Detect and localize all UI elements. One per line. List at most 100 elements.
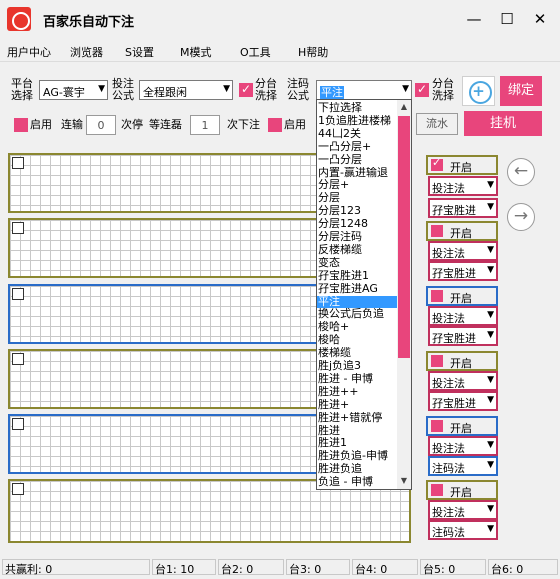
open-checkbox-6[interactable] [431,484,443,496]
note-method-select-2[interactable]: 孖宝胜进 ▼ [428,261,498,281]
table-5-profit: 台5: 0 [420,559,486,576]
dropdown-item[interactable]: 分层注码 [317,231,397,243]
scroll-down-icon[interactable]: ▼ [397,476,411,485]
dropdown-item[interactable]: 分层+ [317,179,397,191]
dropdown-item[interactable]: 梭哈 [317,334,397,346]
grid-checkbox-2[interactable] [12,222,24,234]
bet-method-select-3[interactable]: 投注法 ▼ [428,306,498,326]
bind-button[interactable]: 绑定 [500,76,542,106]
grid-checkbox-1[interactable] [12,157,24,169]
dropdown-scrollbar[interactable]: ▲ ▼ [397,100,411,489]
table-wash-checkbox-2[interactable] [415,82,429,97]
dropdown-item[interactable]: 孖宝胜进1 [317,270,397,282]
table-control-1: 开启 投注法 ▼ 孖宝胜进 ▼ [426,155,498,219]
bet-method-select-5[interactable]: 投注法 ▼ [428,436,498,456]
menu-browser[interactable]: 浏览器 [70,44,103,60]
enable-checkbox-2[interactable] [268,118,282,132]
grid-checkbox-5[interactable] [12,418,24,430]
dropdown-item[interactable]: 楼梯缆 [317,347,397,359]
dropdown-item[interactable]: 胜j负追3 [317,360,397,372]
menu-mode[interactable]: M模式 [180,44,212,60]
total-profit: 共赢利: 0 [2,559,150,576]
menu-settings[interactable]: S设置 [125,44,154,60]
close-button[interactable]: ✕ [528,8,552,30]
crosshair-icon[interactable] [462,76,495,106]
dropdown-item[interactable]: 分层123 [317,205,397,217]
bet-method-select-2[interactable]: 投注法 ▼ [428,241,498,261]
note-method-select-3[interactable]: 孖宝胜进 ▼ [428,326,498,346]
menu-bar: 用户中心 浏览器 S设置 M模式 O工具 H帮助 [0,40,560,62]
dropdown-item[interactable]: 负追 - 申博 [317,476,397,488]
dropdown-item[interactable]: 孖宝胜进AG [317,283,397,295]
menu-tools[interactable]: O工具 [240,44,271,60]
note-method-value-3: 孖宝胜进 [432,332,476,345]
open-toggle-5[interactable]: 开启 [426,416,498,436]
dropdown-item[interactable]: 下拉选择 [317,102,397,114]
open-checkbox-2[interactable] [431,225,443,237]
dropdown-item[interactable]: 胜进1 [317,437,397,449]
chevron-down-icon: ▼ [487,245,494,255]
chevron-down-icon: ▼ [487,504,494,514]
next-arrow-icon[interactable]: → [507,203,535,231]
maximize-button[interactable]: ☐ [495,8,519,30]
dropdown-item[interactable]: 44凵2关 [317,128,397,140]
dropdown-item[interactable]: 内置-赢进输退 [317,167,397,179]
dropdown-item[interactable]: 胜进负追-申博 [317,450,397,462]
scroll-up-icon[interactable]: ▲ [397,102,411,111]
grid-checkbox-3[interactable] [12,288,24,300]
note-formula-select[interactable]: 平注 ▼ [316,80,412,100]
dropdown-item[interactable]: 胜进 - 申博 [317,373,397,385]
dropdown-item[interactable]: 变态 [317,257,397,269]
wait-lose-input[interactable]: 1 [190,115,220,135]
dropdown-item[interactable]: 梭哈+ [317,321,397,333]
open-checkbox-3[interactable] [431,290,443,302]
dropdown-item[interactable]: 分层 [317,192,397,204]
platform-select[interactable]: AG-寰宇 ▼ [39,80,108,100]
note-method-select-4[interactable]: 孖宝胜进 ▼ [428,391,498,411]
dropdown-item[interactable]: 胜进+ [317,399,397,411]
dropdown-item[interactable]: 胜进+错就停 [317,412,397,424]
open-checkbox-1[interactable] [431,156,443,171]
grid-checkbox-6[interactable] [12,483,24,495]
bet-method-select-6[interactable]: 投注法 ▼ [428,500,498,520]
lose-streak-input[interactable]: 0 [86,115,116,135]
open-toggle-3[interactable]: 开启 [426,286,498,306]
note-formula-value: 平注 [320,86,344,99]
open-toggle-4[interactable]: 开启 [426,351,498,371]
dropdown-item[interactable]: 换公式后负追 [317,308,397,320]
open-toggle-6[interactable]: 开启 [426,480,498,500]
dropdown-item[interactable]: 1负追胜进楼梯 [317,115,397,127]
note-method-select-1[interactable]: 孖宝胜进 ▼ [428,198,498,218]
dropdown-item[interactable]: 胜进++ [317,386,397,398]
open-toggle-1[interactable]: 开启 [426,155,498,175]
betting-formula-label: 投注 公式 [112,77,134,102]
table-6-profit: 台6: 0 [488,559,558,576]
note-method-select-5[interactable]: 注码法 ▼ [428,456,498,476]
dropdown-item[interactable]: 一凸分层 [317,154,397,166]
bet-method-select-4[interactable]: 投注法 ▼ [428,371,498,391]
menu-user-center[interactable]: 用户中心 [7,44,51,60]
scrollbar-thumb[interactable] [398,116,410,358]
dropdown-item[interactable]: 胜进 [317,425,397,437]
dropdown-item[interactable]: 一凸分层+ [317,141,397,153]
table-control-6: 开启 投注法 ▼ 注码法 ▼ [426,480,498,544]
dropdown-item[interactable]: 胜进负追 [317,463,397,475]
prev-arrow-icon[interactable]: ← [507,158,535,186]
dropdown-item[interactable]: 分层1248 [317,218,397,230]
hang-button[interactable]: 挂机 [464,111,542,136]
open-checkbox-4[interactable] [431,355,443,367]
bet-method-value-2: 投注法 [432,247,465,260]
dropdown-item[interactable]: 平注 [317,295,397,308]
open-toggle-2[interactable]: 开启 [426,221,498,241]
grid-checkbox-4[interactable] [12,353,24,365]
enable-checkbox[interactable] [14,118,28,132]
minimize-button[interactable]: — [462,8,486,30]
open-checkbox-5[interactable] [431,420,443,432]
flow-button[interactable]: 流水 [416,113,458,135]
table-wash-checkbox[interactable] [239,82,253,97]
dropdown-item[interactable]: 反楼梯缆 [317,244,397,256]
menu-help[interactable]: H帮助 [298,44,328,60]
bet-method-select-1[interactable]: 投注法 ▼ [428,176,498,196]
betting-formula-select[interactable]: 全程跟闲 ▼ [139,80,233,100]
note-method-select-6[interactable]: 注码法 ▼ [428,520,498,540]
